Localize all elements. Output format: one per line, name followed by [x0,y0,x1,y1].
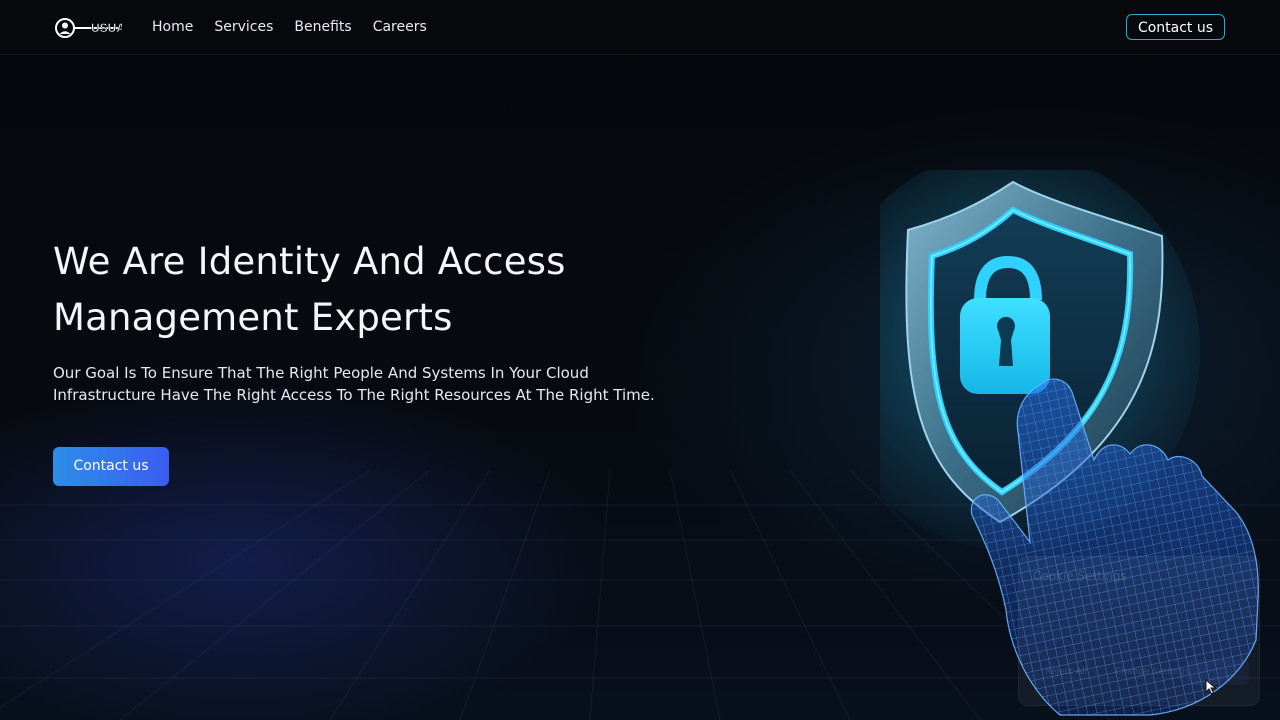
hero-subtitle-line-2: Infrastructure Have The Right Access To … [53,386,655,404]
main-nav: Home Services Benefits Careers [152,17,427,37]
hero-title: We Are Identity And Access Management Ex… [53,240,566,339]
nav-contact-button[interactable]: Contact us [1126,14,1225,40]
hero-subtitle: Our Goal Is To Ensure That The Right Peo… [53,362,713,406]
cookie-change-settings-button[interactable]: Change Settings [1115,667,1189,677]
cookie-settings-dialog: Cookie Settings Reject All Change Settin… [1018,556,1260,706]
nav-link-benefits[interactable]: Benefits [294,17,351,37]
nav-link-home[interactable]: Home [152,17,193,37]
cookie-reject-button[interactable]: Reject All [1045,667,1087,677]
mouse-pointer-icon [1205,679,1217,695]
page: USUA Home Services Benefits Careers Cont… [0,0,1280,720]
logo-text: USUA [91,21,122,35]
nav-link-careers[interactable]: Careers [373,17,427,37]
cookie-accept-button[interactable] [1187,659,1249,685]
hero-subtitle-line-1: Our Goal Is To Ensure That The Right Peo… [53,364,589,382]
nav-link-services[interactable]: Services [214,17,273,37]
cookie-dialog-title: Cookie Settings [1033,569,1127,583]
logo-key-icon[interactable]: USUA [54,16,122,40]
hero-contact-button[interactable]: Contact us [53,447,169,486]
top-navbar: USUA Home Services Benefits Careers Cont… [0,0,1280,55]
